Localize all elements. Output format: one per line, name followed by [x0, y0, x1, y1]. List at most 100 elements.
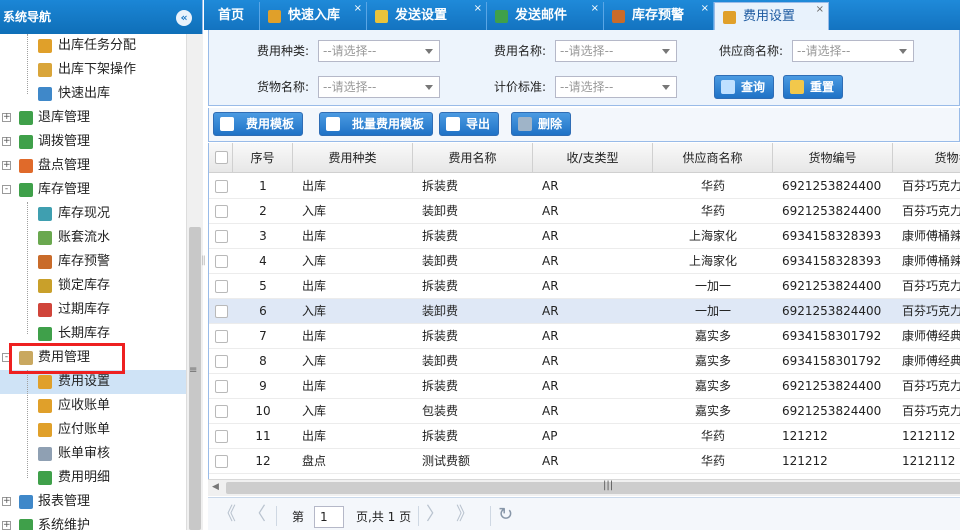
column-header[interactable]: 费用名称	[413, 143, 533, 173]
sidebar-item-label: 调拨管理	[38, 134, 91, 149]
table-row[interactable]: 8 入库 装卸费 AR 嘉实多 6934158301792 康师傅经典	[209, 349, 960, 374]
table-cell: 1	[259, 179, 267, 193]
row-checkbox[interactable]	[215, 330, 228, 343]
page-number-input[interactable]: 1	[314, 506, 344, 528]
column-header[interactable]: 费用种类	[293, 143, 413, 173]
close-icon[interactable]: ×	[701, 0, 709, 23]
tab[interactable]: 发送设置 ×	[367, 2, 487, 30]
sidebar-item[interactable]: + 报表管理	[0, 490, 186, 514]
row-checkbox[interactable]	[215, 405, 228, 418]
batch-template-button[interactable]: 批量费用模板	[319, 112, 434, 136]
chart-icon	[38, 231, 52, 245]
column-header[interactable]: 货物编号	[773, 143, 893, 173]
house-arrow-icon	[268, 10, 281, 23]
close-icon[interactable]: ×	[354, 0, 362, 23]
table-cell: 百芬巧克力	[902, 379, 960, 393]
row-checkbox[interactable]	[215, 355, 228, 368]
house-icon	[19, 111, 33, 125]
delete-button[interactable]: 删除	[511, 112, 572, 136]
splitter-handle-icon[interactable]: ‖	[201, 255, 206, 266]
row-checkbox[interactable]	[215, 180, 228, 193]
table-cell: 出库	[302, 329, 327, 343]
last-page-icon[interactable]: 》	[456, 505, 474, 527]
grid-icon	[38, 327, 52, 341]
table-row[interactable]: 4 入库 装卸费 AR 上海家化 6934158328393 康师傅桶辣	[209, 249, 960, 274]
expand-icon[interactable]: +	[2, 161, 11, 170]
table-row[interactable]: 7 出库 拆装费 AR 嘉实多 6934158301792 康师傅经典	[209, 324, 960, 349]
table-row[interactable]: 3 出库 拆装费 AR 上海家化 6934158328393 康师傅桶辣	[209, 224, 960, 249]
tab[interactable]: 发送邮件 ×	[487, 2, 604, 30]
table-row[interactable]: 5 出库 拆装费 AR 一加一 6921253824400 百芬巧克力	[209, 274, 960, 299]
table-cell: AR	[542, 204, 559, 218]
grid-scroll-thumb[interactable]	[226, 482, 960, 494]
expand-icon[interactable]: +	[2, 497, 11, 506]
tab[interactable]: 首页	[204, 2, 260, 30]
row-checkbox[interactable]	[215, 255, 228, 268]
column-header[interactable]: 供应商名称	[653, 143, 773, 173]
row-checkbox[interactable]	[215, 430, 228, 443]
table-row[interactable]: 9 出库 拆装费 AR 嘉实多 6921253824400 百芬巧克力	[209, 374, 960, 399]
close-icon[interactable]: ×	[474, 0, 482, 23]
page-total: 页,共 1 页	[356, 510, 412, 524]
sidebar-item-label: 过期库存	[58, 302, 111, 317]
column-header[interactable]: 序号	[233, 143, 293, 173]
table-cell: 3	[259, 229, 267, 243]
goods-select[interactable]: --请选择--	[318, 76, 440, 98]
expand-icon[interactable]: +	[2, 113, 11, 122]
column-header[interactable]: 收/支类型	[533, 143, 653, 173]
table-row[interactable]: 11 出库 拆装费 AP 华药 121212 1212112	[209, 424, 960, 449]
scroll-left-icon[interactable]: ◀	[212, 482, 219, 492]
table-row[interactable]: 1 出库 拆装费 AR 华药 6921253824400 百芬巧克力	[209, 174, 960, 199]
row-checkbox[interactable]	[215, 455, 228, 468]
sidebar-scrollbar[interactable]	[186, 34, 203, 530]
supplier-select[interactable]: --请选择--	[792, 40, 914, 62]
next-page-icon[interactable]: 〉	[426, 505, 444, 527]
table-cell: 华药	[700, 179, 725, 193]
row-checkbox[interactable]	[215, 380, 228, 393]
select-all-cell	[209, 143, 233, 173]
fee-template-button[interactable]: 费用模板	[213, 112, 304, 136]
table-cell: 装卸费	[422, 354, 459, 368]
column-header[interactable]: 货物名	[893, 143, 960, 173]
sidebar-title: 系统导航	[3, 10, 52, 24]
table-row[interactable]: 12 盘点 测试费额 AR 华药 121212 1212112	[209, 449, 960, 474]
tab[interactable]: 费用设置 ×	[714, 2, 829, 30]
tab[interactable]: 快速入库 ×	[260, 2, 367, 30]
pricing-select[interactable]: --请选择--	[555, 76, 677, 98]
sidebar-item[interactable]: + 退库管理	[0, 106, 186, 130]
table-cell: 入库	[302, 254, 327, 268]
row-checkbox[interactable]	[215, 230, 228, 243]
refresh-icon[interactable]: ↻	[498, 505, 513, 527]
select-all-checkbox[interactable]	[215, 151, 228, 164]
row-checkbox[interactable]	[215, 305, 228, 318]
expand-icon[interactable]: +	[2, 137, 11, 146]
table-cell: 百芬巧克力	[902, 179, 960, 193]
sidebar-item[interactable]: + 调拨管理	[0, 130, 186, 154]
sidebar-item[interactable]: - 库存管理	[0, 178, 186, 202]
double-chevron-left-icon[interactable]: «	[176, 10, 192, 26]
fee-template-button-label: 费用模板	[246, 117, 295, 131]
previous-page-icon[interactable]: 〈	[248, 505, 266, 527]
sidebar-item[interactable]: + 盘点管理	[0, 154, 186, 178]
tree-guide-line	[27, 202, 28, 334]
close-icon[interactable]: ×	[591, 0, 599, 23]
row-checkbox[interactable]	[215, 205, 228, 218]
expand-icon[interactable]: +	[2, 521, 11, 530]
fee-name-select[interactable]: --请选择--	[555, 40, 677, 62]
tab[interactable]: 库存预警 ×	[604, 2, 714, 30]
table-row[interactable]: 6 入库 装卸费 AR 一加一 6921253824400 百芬巧克力	[209, 299, 960, 324]
fee-type-select[interactable]: --请选择--	[318, 40, 440, 62]
row-checkbox[interactable]	[215, 280, 228, 293]
close-icon[interactable]: ×	[816, 0, 824, 24]
table-cell: 出库	[302, 229, 327, 243]
first-page-icon[interactable]: 《	[218, 505, 236, 527]
sidebar-scroll-thumb[interactable]	[189, 227, 201, 530]
export-button[interactable]: 导出	[439, 112, 500, 136]
collapse-icon[interactable]: -	[2, 185, 11, 194]
reset-button[interactable]: 重置	[783, 75, 844, 99]
table-row[interactable]: 10 入库 包装费 AR 嘉实多 6921253824400 百芬巧克力	[209, 399, 960, 424]
grid-horizontal-scrollbar[interactable]: ◀ |||	[208, 479, 960, 496]
table-row[interactable]: 2 入库 装卸费 AR 华药 6921253824400 百芬巧克力	[209, 199, 960, 224]
query-button[interactable]: 查询	[714, 75, 775, 99]
sidebar-item[interactable]: + 系统维护	[0, 514, 186, 530]
